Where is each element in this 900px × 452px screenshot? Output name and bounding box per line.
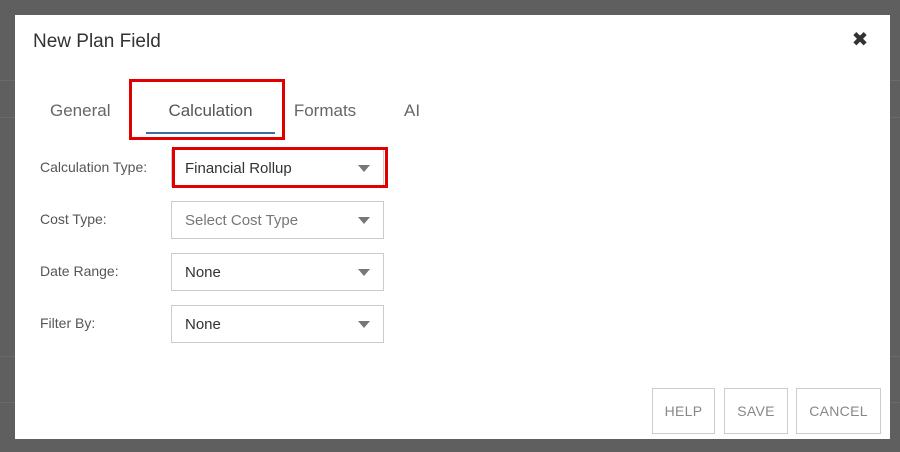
chevron-down-icon xyxy=(358,321,370,328)
tab-formats[interactable]: Formats xyxy=(293,93,357,133)
tab-calculation[interactable]: Calculation xyxy=(146,93,275,134)
date-range-value: None xyxy=(185,264,221,281)
cost-type-label: Cost Type: xyxy=(40,211,107,227)
filter-by-row: Filter By: None xyxy=(15,305,890,343)
help-button[interactable]: HELP xyxy=(652,388,715,434)
filter-by-label: Filter By: xyxy=(40,315,96,331)
filter-by-value: None xyxy=(185,316,221,333)
chevron-down-icon xyxy=(358,165,370,172)
calculation-type-select[interactable]: Financial Rollup xyxy=(171,149,384,187)
cancel-button[interactable]: CANCEL xyxy=(796,388,881,434)
cost-type-select[interactable]: Select Cost Type xyxy=(171,201,384,239)
chevron-down-icon xyxy=(358,217,370,224)
tab-general[interactable]: General xyxy=(50,93,110,133)
cost-type-placeholder: Select Cost Type xyxy=(185,212,299,229)
new-plan-field-dialog: New Plan Field ✖ General Calculation For… xyxy=(15,15,890,439)
filter-by-select[interactable]: None xyxy=(171,305,384,343)
cost-type-row: Cost Type: Select Cost Type xyxy=(15,201,890,239)
tab-calculation-label: Calculation xyxy=(168,101,253,120)
date-range-label: Date Range: xyxy=(40,263,119,279)
tab-bar: General Calculation Formats AI xyxy=(15,93,890,134)
calculation-type-row: Calculation Type: Financial Rollup xyxy=(15,149,890,187)
date-range-row: Date Range: None xyxy=(15,253,890,291)
calculation-type-value: Financial Rollup xyxy=(185,160,292,177)
close-icon[interactable]: ✖ xyxy=(850,29,870,51)
active-tab-underline xyxy=(146,132,275,134)
calculation-type-label: Calculation Type: xyxy=(40,159,148,175)
date-range-select[interactable]: None xyxy=(171,253,384,291)
save-button[interactable]: SAVE xyxy=(724,388,788,434)
tab-ai[interactable]: AI xyxy=(404,93,420,133)
chevron-down-icon xyxy=(358,269,370,276)
dialog-title: New Plan Field xyxy=(33,31,161,52)
